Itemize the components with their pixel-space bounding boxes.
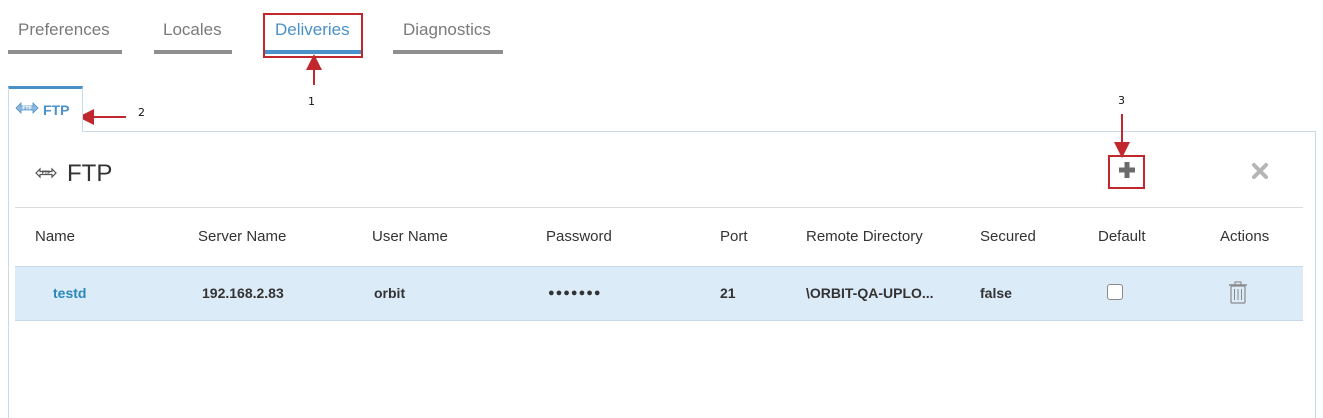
default-checkbox[interactable] <box>1107 284 1123 300</box>
tab-locales-underline <box>154 50 232 54</box>
ftp-table: Name Server Name User Name Password Port… <box>15 208 1303 321</box>
col-user-name: User Name <box>372 228 448 245</box>
annotation-number-1: 1 <box>308 95 315 108</box>
subtab-ftp-container: FTP FTP <box>8 86 83 132</box>
row-name-link[interactable]: testd <box>53 285 86 301</box>
row-server-name: 192.168.2.83 <box>202 285 284 301</box>
row-secured: false <box>980 285 1012 301</box>
ftp-transfer-icon: FTP <box>15 101 39 118</box>
col-secured: Secured <box>980 228 1036 245</box>
svg-text:FTP: FTP <box>22 106 32 112</box>
annotation-number-3: 3 <box>1118 94 1125 107</box>
col-default: Default <box>1098 228 1146 245</box>
col-port: Port <box>720 228 748 245</box>
row-remote-directory: \ORBIT-QA-UPLO... <box>806 285 934 301</box>
tab-preferences-underline <box>8 50 122 54</box>
row-user-name: orbit <box>374 285 406 301</box>
col-server-name: Server Name <box>198 228 287 245</box>
delete-row-button[interactable] <box>1228 281 1248 310</box>
tab-diagnostics[interactable]: Diagnostics <box>403 20 491 40</box>
col-password: Password <box>546 228 612 245</box>
table-header: Name Server Name User Name Password Port… <box>15 208 1303 266</box>
col-remote-directory: Remote Directory <box>806 228 923 245</box>
annotation-box-deliveries <box>263 13 363 58</box>
table-row[interactable]: testd 192.168.2.83 orbit ●●●●●●● 21 \ORB… <box>15 266 1303 321</box>
row-port: 21 <box>720 285 736 301</box>
col-actions: Actions <box>1220 228 1270 245</box>
close-icon <box>1251 163 1269 184</box>
svg-text:FTP: FTP <box>42 170 50 175</box>
tab-diagnostics-underline <box>393 50 503 54</box>
subtab-ftp[interactable]: FTP FTP <box>15 101 69 118</box>
panel-title: FTP FTP <box>35 160 112 188</box>
close-button[interactable] <box>1251 162 1275 186</box>
ftp-transfer-icon: FTP <box>35 166 57 182</box>
trash-icon <box>1228 281 1248 309</box>
tab-locales[interactable]: Locales <box>163 20 222 40</box>
row-password: ●●●●●●● <box>548 287 602 299</box>
subtab-ftp-label: FTP <box>43 101 70 118</box>
col-name: Name <box>35 228 76 245</box>
annotation-box-add <box>1108 155 1145 189</box>
annotation-number-2: 2 <box>138 106 145 119</box>
tab-preferences[interactable]: Preferences <box>18 20 110 40</box>
panel-title-text: FTP <box>67 160 113 187</box>
